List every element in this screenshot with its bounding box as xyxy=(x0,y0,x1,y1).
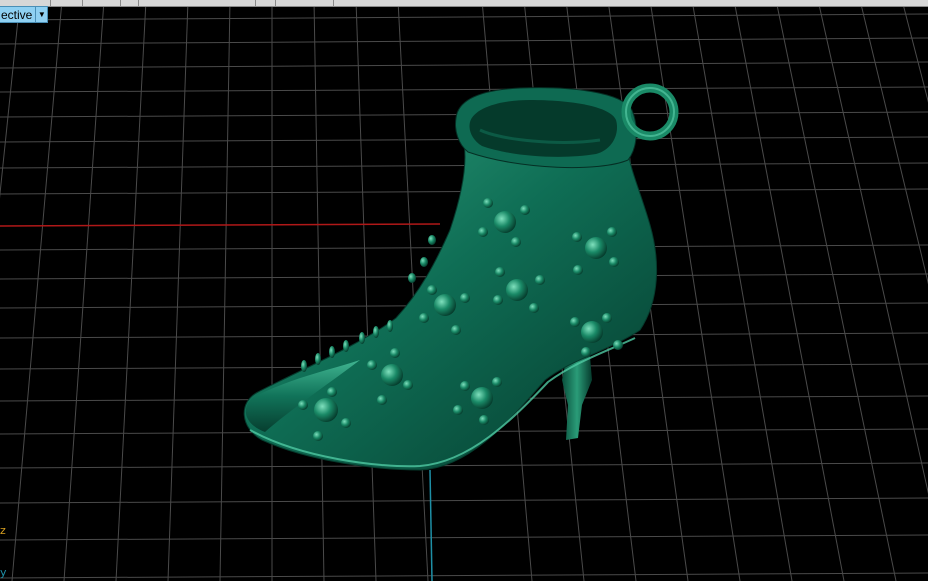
view-mode-label[interactable]: ective xyxy=(0,6,37,23)
perspective-scene[interactable] xyxy=(0,0,928,581)
chevron-down-icon[interactable]: ▼ xyxy=(36,6,49,23)
view-mode-selector[interactable]: ective ▼ xyxy=(0,6,49,23)
boot-model[interactable] xyxy=(243,83,679,471)
y-axis-line xyxy=(429,469,433,581)
x-axis-line xyxy=(0,223,441,227)
axis-y-label: y xyxy=(0,566,7,579)
3d-viewport[interactable]: ective ▼ z y xyxy=(0,0,928,581)
top-toolbar-strip xyxy=(0,0,928,7)
axis-z-label: z xyxy=(0,524,6,537)
